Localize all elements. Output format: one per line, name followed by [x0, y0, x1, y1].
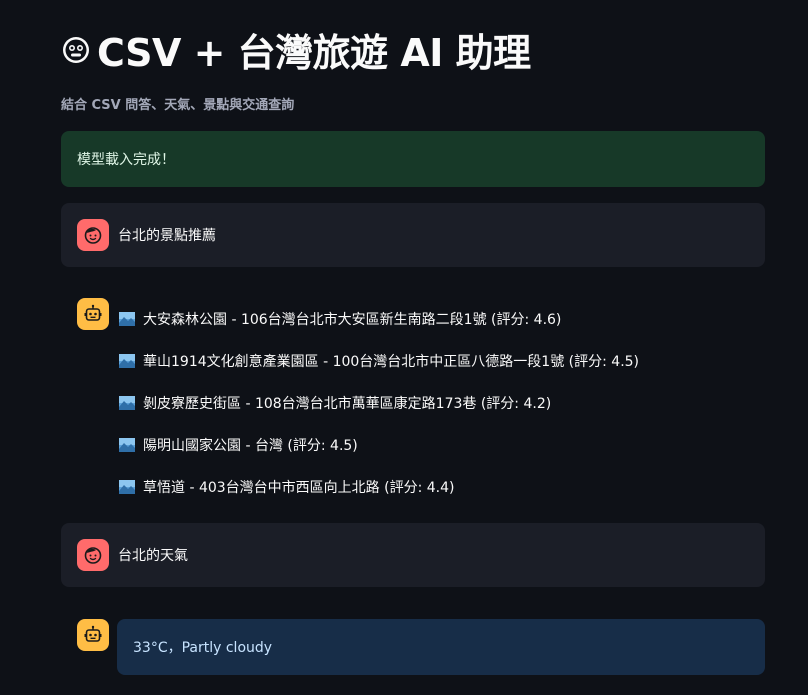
user-face-icon	[84, 547, 102, 564]
landscape-photo-icon	[119, 438, 135, 452]
user-message: 台北的景點推薦	[61, 203, 765, 267]
list-item: 陽明山國家公園 - 台灣 (評分: 4.5)	[119, 424, 639, 466]
success-alert: 模型載入完成！	[61, 131, 765, 187]
face-icon	[63, 36, 89, 63]
user-message-text: 台北的天氣	[118, 548, 188, 564]
robot-icon	[84, 625, 102, 642]
user-message: 台北的天氣	[61, 523, 765, 587]
assistant-avatar	[77, 298, 109, 330]
landscape-photo-icon	[119, 312, 135, 326]
landscape-photo-icon	[119, 354, 135, 368]
assistant-message: 大安森林公園 - 106台灣台北市大安區新生南路二段1號 (評分: 4.6) 華…	[77, 298, 765, 508]
recommendation-text: 草悟道 - 403台灣台中市西區向上北路 (評分: 4.4)	[143, 480, 455, 496]
recommendation-list: 大安森林公園 - 106台灣台北市大安區新生南路二段1號 (評分: 4.6) 華…	[119, 298, 639, 508]
recommendation-text: 華山1914文化創意產業園區 - 100台灣台北市中正區八德路一段1號 (評分:…	[143, 354, 640, 370]
assistant-avatar	[77, 619, 109, 651]
list-item: 草悟道 - 403台灣台中市西區向上北路 (評分: 4.4)	[119, 466, 639, 508]
user-face-icon	[84, 227, 102, 244]
page-title-text: CSV + 台灣旅遊 AI 助理	[97, 31, 531, 75]
list-item: 大安森林公園 - 106台灣台北市大安區新生南路二段1號 (評分: 4.6)	[119, 298, 639, 340]
user-avatar	[77, 219, 109, 251]
page-title: CSV + 台灣旅遊 AI 助理	[61, 22, 531, 77]
weather-text: 33°C，Partly cloudy	[133, 640, 273, 656]
recommendation-text: 剝皮寮歷史街區 - 108台灣台北市萬華區康定路173巷 (評分: 4.2)	[143, 396, 552, 412]
page-subtitle: 結合 CSV 問答、天氣、景點與交通查詢	[61, 98, 295, 113]
assistant-message: 33°C，Partly cloudy	[77, 619, 765, 675]
recommendation-text: 陽明山國家公園 - 台灣 (評分: 4.5)	[143, 438, 358, 454]
robot-icon	[84, 304, 102, 321]
list-item: 華山1914文化創意產業園區 - 100台灣台北市中正區八德路一段1號 (評分:…	[119, 340, 639, 382]
list-item: 剝皮寮歷史街區 - 108台灣台北市萬華區康定路173巷 (評分: 4.2)	[119, 382, 639, 424]
recommendation-text: 大安森林公園 - 106台灣台北市大安區新生南路二段1號 (評分: 4.6)	[143, 312, 562, 328]
weather-info-box: 33°C，Partly cloudy	[117, 619, 765, 675]
user-avatar	[77, 539, 109, 571]
landscape-photo-icon	[119, 396, 135, 410]
landscape-photo-icon	[119, 480, 135, 494]
success-alert-text: 模型載入完成！	[77, 152, 175, 168]
user-message-text: 台北的景點推薦	[118, 228, 216, 244]
